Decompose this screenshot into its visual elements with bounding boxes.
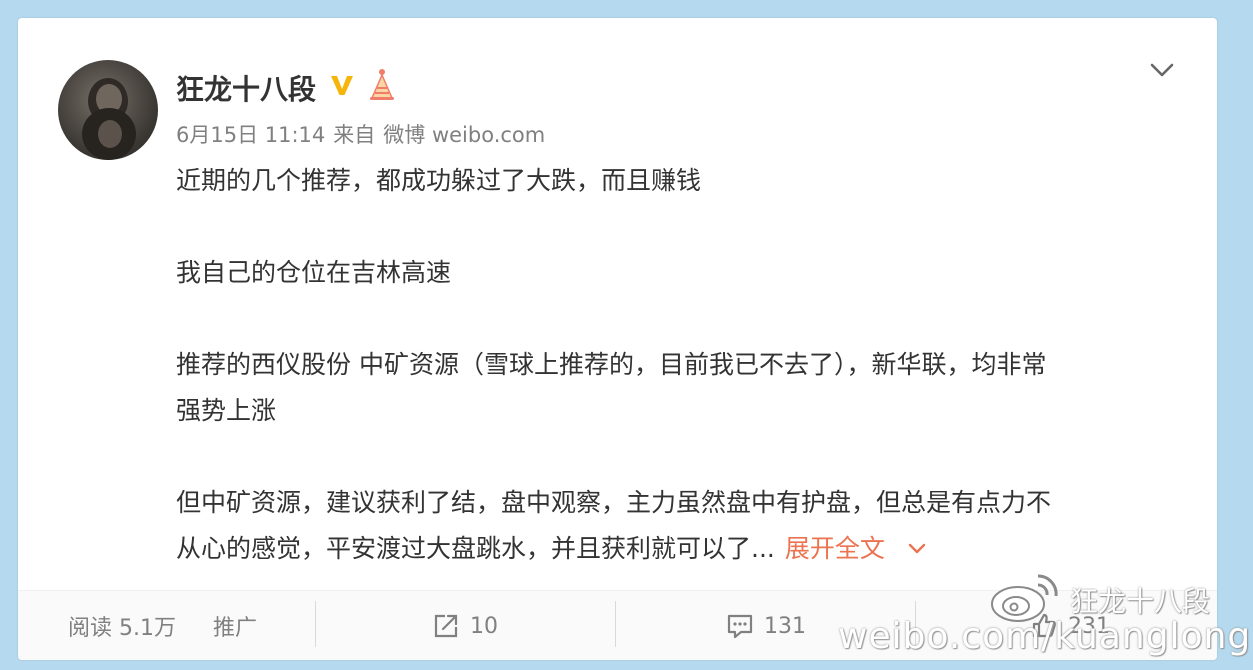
read-count: 阅读 5.1万: [68, 616, 176, 641]
author-name[interactable]: 狂龙十八段: [176, 68, 316, 108]
chevron-down-icon[interactable]: [1147, 58, 1177, 82]
party-hat-icon: [370, 69, 394, 100]
repost-icon: [434, 614, 458, 638]
post-source[interactable]: 微博 weibo.com: [383, 123, 545, 147]
divider: [315, 601, 316, 647]
like-button[interactable]: 231: [1030, 591, 1110, 660]
post-action-bar: 阅读 5.1万 推广 10 131 231: [18, 590, 1217, 660]
via-label: 来自: [333, 123, 376, 147]
weibo-post-card: 狂龙十八段 6月15日 11:14 来自 微博 weibo.com 近期的几个推荐，…: [18, 18, 1217, 660]
promote-button[interactable]: 推广: [213, 591, 257, 660]
divider: [615, 601, 616, 647]
expand-full-text-link[interactable]: 展开全文: [785, 526, 927, 572]
repost-button[interactable]: 10: [432, 591, 498, 660]
verified-v-icon: [331, 76, 353, 95]
post-line: 近期的几个推荐，都成功躲过了大跌，而且赚钱: [176, 166, 702, 195]
chevron-down-icon: [908, 543, 926, 554]
post-line: 推荐的西仪股份 中矿资源（雪球上推荐的，目前我已不去了），新华联，均非常: [176, 350, 1047, 379]
like-count: 231: [1068, 613, 1110, 639]
post-meta: 6月15日 11:14 来自 微博 weibo.com: [176, 119, 553, 149]
post-line: 但中矿资源，建议获利了结，盘中观察，主力虽然盘中有护盘，但总是有点力不: [176, 488, 1052, 517]
thumbs-up-icon: [1032, 613, 1056, 638]
post-line: 强势上涨: [176, 396, 277, 425]
repost-count: 10: [470, 613, 498, 639]
divider: [915, 601, 916, 647]
post-line: 我自己的仓位在吉林高速: [176, 258, 452, 287]
avatar[interactable]: [58, 60, 158, 160]
post-date[interactable]: 6月15日 11:14: [176, 123, 325, 147]
comment-icon: [727, 614, 753, 639]
expand-label: 展开全文: [784, 534, 885, 563]
comment-count: 131: [764, 613, 806, 639]
comment-button[interactable]: 131: [726, 591, 806, 660]
post-content: 近期的几个推荐，都成功躲过了大跌，而且赚钱 我自己的仓位在吉林高速 推荐的西仪股…: [176, 158, 1176, 572]
post-last-line: 从心的感觉，平安渡过大盘跳水，并且获利就可以了... 展开全文: [176, 526, 1176, 572]
post-line: 从心的感觉，平安渡过大盘跳水，并且获利就可以了...: [176, 534, 775, 563]
